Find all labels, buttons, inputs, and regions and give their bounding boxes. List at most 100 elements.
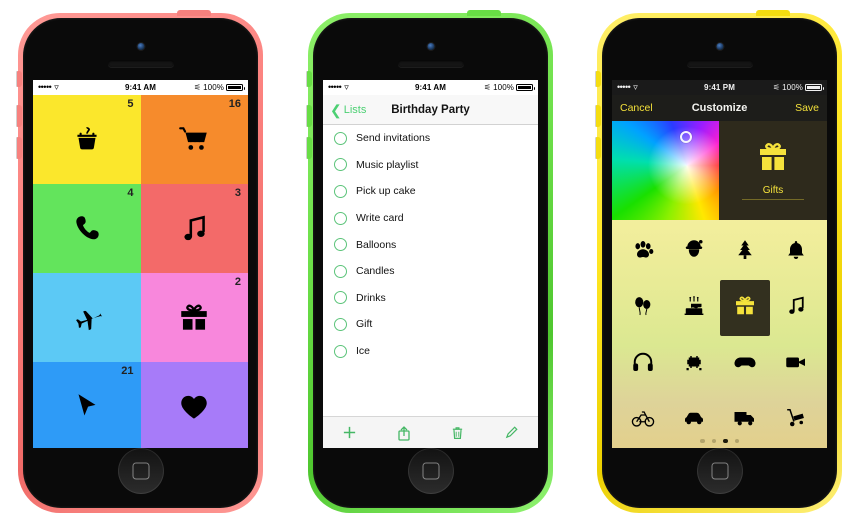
phone-body: ••••• ▿ 9:41 AM ⚟ 100% ❮ Lists Birthday … <box>313 18 548 508</box>
checkbox[interactable] <box>334 158 347 172</box>
page-dot-4[interactable] <box>734 438 739 443</box>
icon-option-headphones[interactable] <box>618 336 669 392</box>
volume-up-button[interactable] <box>17 105 22 127</box>
pencil-icon <box>505 426 518 439</box>
power-button[interactable] <box>756 10 790 16</box>
list-item[interactable]: Pick up cake <box>323 178 538 205</box>
list-item[interactable]: Candles <box>323 258 538 285</box>
icon-option-gamepad[interactable] <box>720 336 771 392</box>
page-dot-3[interactable] <box>723 438 728 443</box>
car-icon <box>685 412 704 425</box>
add-button[interactable] <box>323 425 377 440</box>
home-button[interactable] <box>407 448 454 494</box>
list-item[interactable]: Drinks <box>323 285 538 312</box>
tile-count: 21 <box>121 365 134 377</box>
power-button[interactable] <box>467 10 501 16</box>
volume-down-button[interactable] <box>596 137 601 159</box>
home-button[interactable] <box>117 448 164 494</box>
delete-button[interactable] <box>431 425 485 441</box>
ring-switch[interactable] <box>596 71 601 87</box>
list-item[interactable]: Write card <box>323 205 538 232</box>
list-item[interactable]: Music playlist <box>323 152 538 179</box>
three-phone-mockup: ••••• ▿ 9:41 AM ⚟ 100% 5 16 4 3 2 21 •••… <box>0 0 860 523</box>
grid-tile-cooking[interactable]: 5 <box>33 95 141 184</box>
cursor-icon <box>78 393 96 415</box>
grid-tile-calls[interactable]: 4 <box>33 184 141 273</box>
save-button[interactable]: Save <box>795 102 819 114</box>
list-item-label: Send invitations <box>356 132 431 145</box>
page-dot-1[interactable] <box>700 438 705 443</box>
wifi-icon: ▿ <box>633 82 638 92</box>
christmas-tree-icon <box>733 238 757 266</box>
share-button[interactable] <box>377 425 431 441</box>
icon-option-balloons[interactable] <box>618 280 669 336</box>
ring-switch[interactable] <box>17 71 22 87</box>
checkbox[interactable] <box>334 238 347 252</box>
grid-tile-music[interactable]: 3 <box>140 184 248 273</box>
icon-option-paw[interactable] <box>618 224 669 280</box>
ring-switch[interactable] <box>307 71 312 87</box>
icon-option-video-camera[interactable] <box>770 336 821 392</box>
checkbox[interactable] <box>334 317 347 331</box>
battery-icon <box>226 84 245 91</box>
tile-count: 2 <box>234 276 241 288</box>
heart-icon <box>177 390 211 424</box>
grid-tile-travel[interactable] <box>33 273 141 362</box>
list-item-label: Write card <box>356 212 404 225</box>
gift-icon <box>177 301 211 335</box>
status-time: 9:41 AM <box>414 83 447 92</box>
grid-tile-shopping[interactable]: 16 <box>140 95 248 184</box>
music-icon <box>184 215 206 240</box>
power-button[interactable] <box>177 10 211 16</box>
volume-down-button[interactable] <box>17 137 22 159</box>
icon-option-christmas-tree[interactable] <box>720 224 771 280</box>
checkbox[interactable] <box>334 264 347 278</box>
checkbox[interactable] <box>334 184 347 198</box>
edit-button[interactable] <box>484 425 538 440</box>
bluetooth-icon: ⚟ <box>772 83 781 92</box>
checkbox[interactable] <box>334 211 347 225</box>
front-camera-icon <box>716 43 723 50</box>
list-item[interactable]: Gift <box>323 311 538 338</box>
icon-option-gift[interactable] <box>719 280 771 336</box>
volume-down-button[interactable] <box>307 137 312 159</box>
video-camera-icon <box>785 357 805 368</box>
color-wheel[interactable] <box>612 121 719 220</box>
grid-tile-work[interactable]: 21 <box>33 362 141 448</box>
bicycle-icon <box>632 411 655 427</box>
checkbox[interactable] <box>334 344 347 358</box>
volume-up-button[interactable] <box>307 105 312 127</box>
music-icon <box>177 212 211 246</box>
icon-option-music-note[interactable] <box>770 280 821 336</box>
back-button[interactable]: ❮ Lists <box>330 103 366 117</box>
music-note-icon <box>784 294 808 322</box>
status-time: 9:41 AM <box>124 83 157 92</box>
gamepad-icon <box>733 350 757 378</box>
checkbox[interactable] <box>334 131 347 145</box>
grid-tile-gifts[interactable]: 2 <box>140 273 248 362</box>
page-indicator[interactable] <box>612 438 827 443</box>
icon-option-birthday-cake[interactable] <box>669 280 720 336</box>
screen: ••••• ▿ 9:41 AM ⚟ 100% 5 16 4 3 2 21 <box>33 80 248 448</box>
list-item[interactable]: Ice <box>323 338 538 365</box>
list-item[interactable]: Send invitations <box>323 125 538 152</box>
cancel-button[interactable]: Cancel <box>620 102 653 114</box>
color-wheel-handle[interactable] <box>679 130 692 143</box>
space-invader-icon <box>682 350 706 378</box>
icon-option-santa[interactable] <box>669 224 720 280</box>
screen: ••••• ▿ 9:41 PM ⚟ 100% Cancel Customize … <box>612 80 827 448</box>
navigation-bar: ❮ Lists Birthday Party <box>323 95 538 125</box>
icon-option-space-invader[interactable] <box>669 336 720 392</box>
volume-up-button[interactable] <box>596 105 601 127</box>
grid-tile-hearts[interactable] <box>140 362 248 448</box>
home-button[interactable] <box>696 448 743 494</box>
checklist: Send invitations Music playlist Pick up ca… <box>323 125 538 416</box>
list-item[interactable]: Balloons <box>323 231 538 258</box>
heart-icon <box>181 395 207 419</box>
gift-icon <box>733 294 757 322</box>
birthday-cake-icon <box>682 294 706 322</box>
checkbox[interactable] <box>334 291 347 305</box>
tile-count: 5 <box>127 98 134 110</box>
icon-option-bell[interactable] <box>770 224 821 280</box>
page-dot-2[interactable] <box>711 438 716 443</box>
